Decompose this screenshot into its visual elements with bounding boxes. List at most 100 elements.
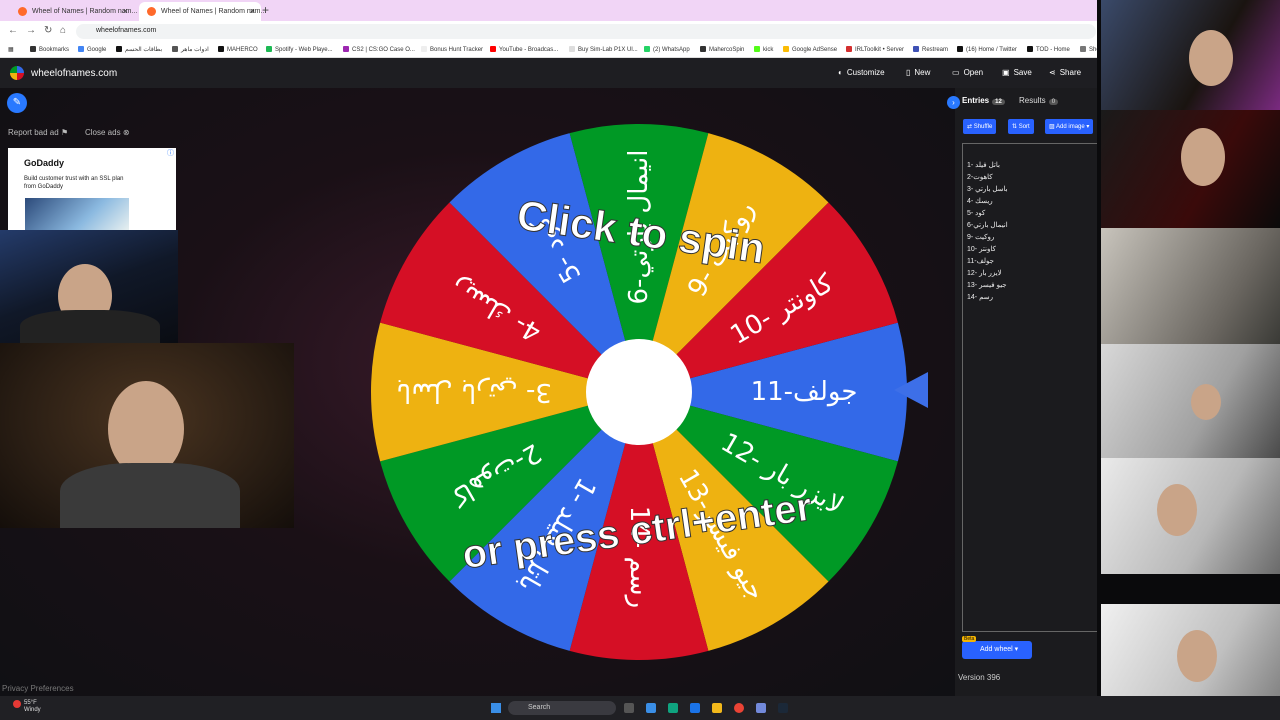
person-head [1189,30,1233,86]
bookmark-item[interactable]: Google [78,46,106,53]
webcam-feed [1101,344,1280,458]
back-icon[interactable]: ← [8,25,18,36]
weather-widget[interactable]: 55°F Windy [24,700,41,714]
url-input[interactable]: wheelofnames.com [76,24,1096,39]
new-button[interactable]: ▯ New [906,68,934,77]
browser-tab-bar: Wheel of Names | Random nam... × Wheel of… [0,0,1280,21]
entry-line: انيمال بارتي-6 [967,222,1008,229]
bookmark-item[interactable]: TOD - Home [1027,46,1070,53]
app-icon[interactable] [668,703,678,713]
explorer-icon[interactable] [712,703,722,713]
tab-label: Entries [962,96,990,105]
bookmark-label: Spotify - Web Playe... [275,47,333,53]
bookmark-item[interactable]: بطاقات الحسم [116,46,162,53]
person-head [1157,484,1197,536]
advertisement[interactable]: GoDaddy Build customer trust with an SSL… [8,148,176,230]
wheel-segment-label: جولف-11 [751,377,858,407]
discord-icon[interactable] [756,703,766,713]
collapse-chevron-icon[interactable]: › [947,96,960,109]
bookmark-item[interactable]: (2) WhatsApp [644,46,690,53]
webcam-feed [1101,228,1280,344]
steam-icon[interactable] [778,703,788,713]
close-ads-link[interactable]: Close ads ⊗ [85,128,130,137]
flag-icon: ⚑ [60,128,69,137]
version-label: Version 396 [958,673,1001,682]
taskbar-search[interactable]: Search [508,701,616,715]
bookmark-item[interactable]: IRLToolkit • Server [846,46,904,53]
bookmark-item[interactable]: Spotify - Web Playe... [266,46,333,53]
menu-label: Save [1013,68,1032,77]
sort-button[interactable]: ⇅ Sort [1008,119,1034,134]
bookmark-item[interactable]: MAHERCO [218,46,258,53]
home-icon[interactable]: ⌂ [60,25,66,36]
shuffle-button[interactable]: ⇄ Shuffle [963,119,997,134]
save-button[interactable]: ▣ Save [1002,68,1036,77]
forward-icon[interactable]: → [26,25,36,36]
entry-line: رسم -14 [967,294,993,301]
wheel-center[interactable] [586,339,692,445]
bookmark-label: (16) Home / Twitter [966,47,1017,53]
open-button[interactable]: ▭ Open [952,68,987,77]
wheel-logo-icon[interactable] [10,66,24,80]
bookmark-label: Google AdSense [792,47,838,53]
bookmark-item[interactable]: Bonus Hunt Tracker [421,46,483,53]
bookmark-item[interactable]: Restream [913,46,948,53]
entry-line: جولف-11 [967,258,994,265]
webcam-feed [1101,110,1280,228]
entry-line: باسل بارتي -3 [967,186,1008,193]
bookmark-item[interactable]: Buy Sim-Lab P1X Ul... [569,46,638,53]
close-tab-icon[interactable]: × [250,6,255,16]
bookmark-item[interactable]: CS2 | CS:GO Case O... [343,46,415,53]
windows-start-icon[interactable] [491,703,501,713]
bookmark-item[interactable]: ادوات ماهر [172,46,209,53]
button-label: Sort [1018,124,1030,130]
add-image-button[interactable]: ▨ Add image ▾ [1045,119,1094,134]
webcam-feed [1101,0,1280,110]
privacy-preferences-link[interactable]: Privacy Preferences [2,684,74,693]
entries-textarea[interactable]: باتل فيلد -1 كاهوت-2 باسل بارتي -3 ريسك … [962,143,1100,632]
add-wheel-button[interactable]: Add wheel ▾ [962,641,1032,659]
entries-count-badge: 12 [992,99,1005,105]
apps-icon[interactable]: ▦ [8,46,14,53]
bookmark-item[interactable]: YouTube - Broadcas... [490,46,558,53]
edge-icon[interactable] [690,703,700,713]
app-icon[interactable] [646,703,656,713]
ad-image [25,198,129,230]
tab-results[interactable]: Results 0 [1019,96,1059,105]
browser-tab[interactable]: Wheel of Names | Random nam... × [10,2,137,21]
chrome-icon[interactable] [734,703,744,713]
edit-pencil-icon[interactable]: ✎ [7,93,27,113]
bookmark-label: Bonus Hunt Tracker [430,47,484,53]
brand-name[interactable]: wheelofnames.com [31,68,117,79]
reload-icon[interactable]: ↻ [44,25,52,36]
ad-info-icon[interactable]: ⓘ [167,148,174,158]
bookmark-item[interactable]: MahercoSpin [700,46,744,53]
bookmark-item[interactable]: Bookmarks [30,46,69,53]
bookmark-label: Restream [922,47,949,53]
bookmark-label: YouTube - Broadcas... [499,47,559,53]
spin-wheel[interactable]: جولف-11لايزر بار -12جيو فيسر-13رسم -14با… [371,124,907,660]
person-head [1181,128,1225,186]
new-tab-button[interactable]: + [262,3,269,17]
bookmark-item[interactable]: kick [754,46,773,53]
bookmark-item[interactable]: (16) Home / Twitter [957,46,1017,53]
bookmark-label: (2) WhatsApp [653,47,690,53]
tab-entries[interactable]: Entries 12 [962,96,1005,105]
report-ad-link[interactable]: Report bad ad ⚑ [8,128,68,137]
share-button[interactable]: ⋖ Share [1049,68,1085,77]
windows-taskbar [0,696,1280,720]
person-head [1191,384,1221,420]
customize-button[interactable]: ◐ Customize [838,68,889,77]
close-tab-icon[interactable]: × [123,6,128,16]
weather-icon[interactable] [13,700,21,708]
menu-label: Share [1059,68,1082,77]
bookmark-label: IRLToolkit • Server [855,47,905,53]
ad-brand: GoDaddy [24,158,65,168]
browser-tab-active[interactable]: Wheel of Names | Random nam... × [139,2,266,21]
bookmark-item[interactable]: Google AdSense [783,46,837,53]
task-view-icon[interactable] [624,703,634,713]
bookmark-label: Buy Sim-Lab P1X Ul... [578,47,638,53]
bookmark-label: Google [87,47,107,53]
menu-label: Open [963,68,984,77]
close-ads-label: Close ads [85,128,121,137]
